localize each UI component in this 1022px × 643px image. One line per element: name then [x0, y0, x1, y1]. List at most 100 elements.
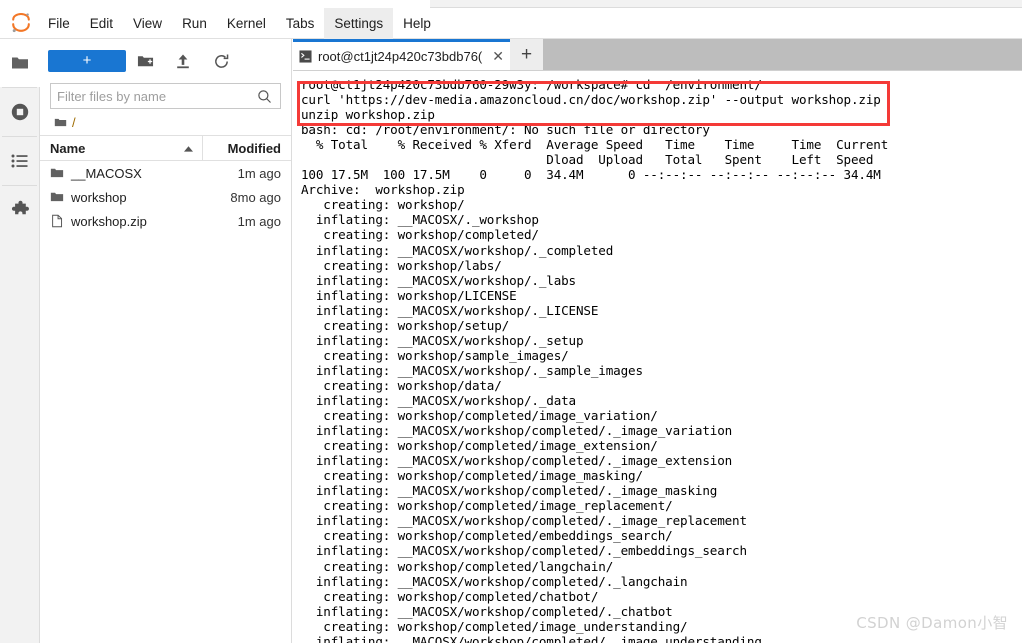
terminal-output-panel[interactable]: root@ct1jt24p420c73bdb760-29w3y: /worksp…: [293, 70, 1022, 643]
terminal-line: creating: workshop/sample_images/: [301, 347, 569, 363]
terminal-line: creating: workshop/setup/: [301, 317, 510, 333]
terminal-line: inflating: __MACOSX/workshop/._sample_im…: [301, 362, 643, 378]
sidebar-item-extension-manager[interactable]: [0, 186, 40, 234]
left-sidebar-rail: [0, 39, 40, 643]
terminal-line: root@ct1jt24p420c73bdb760-29w3y: /worksp…: [301, 77, 762, 92]
main-dock-area: root@ct1jt24p420c73bdb76( ✕ + root@ct1jt…: [293, 39, 1022, 643]
terminal-line: inflating: __MACOSX/workshop/completed/.…: [301, 423, 733, 439]
terminal-line: creating: workshop/completed/langchain/: [301, 558, 614, 574]
filter-row: [40, 83, 291, 109]
terminal-line: curl 'https://dev-media.amazoncloud.cn/d…: [301, 92, 881, 108]
terminal-line: creating: workshop/completed/image_varia…: [301, 408, 658, 424]
stop-circle-icon: [11, 103, 29, 121]
menu-item-help[interactable]: Help: [393, 8, 441, 39]
column-header-name[interactable]: Name: [40, 136, 203, 160]
list-item[interactable]: workshop.zip 1m ago: [40, 209, 291, 233]
list-icon: [11, 154, 28, 168]
filter-box[interactable]: [50, 83, 281, 109]
file-list: __MACOSX 1m ago workshop 8mo ago worksho…: [40, 161, 291, 233]
refresh-icon: [214, 54, 228, 68]
terminal-lines: root@ct1jt24p420c73bdb760-29w3y: /worksp…: [301, 77, 1022, 643]
terminal-line: inflating: __MACOSX/workshop/completed/.…: [301, 573, 688, 589]
folder-icon: [50, 168, 64, 178]
tab-title: root@ct1jt24p420c73bdb76(: [318, 48, 483, 64]
search-icon: [249, 89, 280, 104]
menu-bar: File Edit View Run Kernel Tabs Settings …: [0, 7, 1022, 39]
menu-item-run[interactable]: Run: [172, 8, 217, 39]
terminal-line: creating: workshop/labs/: [301, 257, 502, 273]
folder-icon: [50, 192, 64, 202]
sort-ascending-icon: [183, 141, 194, 156]
column-header-modified[interactable]: Modified: [203, 141, 291, 156]
terminal-line: inflating: workshop/LICENSE: [301, 287, 517, 303]
file-modified: 1m ago: [237, 213, 281, 229]
puzzle-icon: [11, 200, 29, 214]
terminal-line: inflating: __MACOSX/workshop/._setup: [301, 332, 584, 348]
terminal-line: creating: workshop/completed/image_maski…: [301, 468, 643, 484]
upload-icon: [177, 54, 189, 68]
terminal-line: creating: workshop/completed/chatbot/: [301, 588, 599, 604]
close-icon[interactable]: ✕: [492, 49, 504, 63]
file-modified: 8mo ago: [230, 189, 281, 205]
tab-terminal[interactable]: root@ct1jt24p420c73bdb76( ✕: [293, 39, 510, 70]
terminal-line: inflating: __MACOSX/workshop/completed/.…: [301, 633, 762, 643]
column-header-name-label: Name: [50, 140, 86, 156]
menu-item-tabs[interactable]: Tabs: [276, 8, 325, 39]
menu-item-edit[interactable]: Edit: [80, 8, 123, 39]
terminal-line: Archive: workshop.zip: [301, 182, 465, 198]
terminal-line: % Total % Received % Xferd Average Speed…: [301, 137, 889, 153]
upload-button[interactable]: [164, 47, 202, 75]
menu-item-file[interactable]: File: [38, 8, 80, 39]
terminal-line: inflating: __MACOSX/workshop/._labs: [301, 272, 576, 288]
terminal-line: 100 17.5M 100 17.5M 0 0 34.4M 0 --:--:--…: [301, 167, 881, 183]
file-browser-toolbar: +: [40, 39, 291, 83]
sidebar-item-commands[interactable]: [0, 137, 40, 185]
terminal-line: creating: workshop/completed/: [301, 227, 539, 243]
file-browser-panel: + Filter files by name / Name Modified _…: [40, 39, 292, 643]
terminal-line: inflating: __MACOSX/._workshop: [301, 212, 539, 228]
sidebar-item-running-terminals[interactable]: [0, 88, 40, 136]
terminal-line: inflating: __MACOSX/workshop/._data: [301, 392, 576, 408]
list-item[interactable]: workshop 8mo ago: [40, 185, 291, 209]
menu-item-kernel[interactable]: Kernel: [217, 8, 276, 39]
breadcrumb[interactable]: /: [40, 109, 291, 135]
terminal-line: creating: workshop/data/: [301, 377, 502, 393]
terminal-line: inflating: __MACOSX/workshop/._completed: [301, 242, 614, 258]
terminal-line: inflating: __MACOSX/workshop/completed/.…: [301, 483, 718, 499]
file-name-cell: workshop: [40, 190, 203, 205]
file-name: __MACOSX: [71, 165, 142, 181]
terminal-line: creating: workshop/: [301, 197, 465, 213]
terminal-line: creating: workshop/completed/image_repla…: [301, 498, 673, 514]
terminal-line: bash: cd: /root/environment/: No such fi…: [301, 122, 710, 138]
terminal-line: inflating: __MACOSX/workshop/completed/.…: [301, 543, 747, 559]
sidebar-item-file-browser[interactable]: [0, 39, 40, 87]
menu-item-view[interactable]: View: [123, 8, 172, 39]
file-name-cell: workshop.zip: [40, 214, 203, 229]
terminal-line: Dload Upload Total Spent Left Speed: [301, 152, 874, 168]
file-name-cell: __MACOSX: [40, 166, 203, 181]
terminal-line: inflating: __MACOSX/workshop/completed/.…: [301, 513, 747, 529]
terminal-icon: [299, 49, 312, 63]
terminal-line: inflating: __MACOSX/workshop/completed/.…: [301, 453, 733, 469]
watermark: CSDN @Damon小智: [856, 614, 1008, 632]
file-name: workshop.zip: [71, 213, 147, 229]
terminal-line: unzip workshop.zip: [301, 107, 435, 123]
breadcrumb-path: /: [72, 114, 76, 130]
new-launcher-button[interactable]: +: [48, 50, 126, 72]
terminal-line: inflating: __MACOSX/workshop/._LICENSE: [301, 302, 599, 318]
menu-item-settings[interactable]: Settings: [324, 7, 394, 39]
folder-icon: [11, 57, 28, 69]
new-folder-button[interactable]: [126, 47, 164, 75]
terminal-line: creating: workshop/completed/image_exten…: [301, 438, 658, 454]
file-modified: 1m ago: [237, 165, 281, 181]
search-input[interactable]: [51, 88, 249, 104]
jupyterlab-window: File Edit View Run Kernel Tabs Settings …: [0, 0, 1022, 643]
tab-bar-filler: [543, 39, 1022, 70]
list-item[interactable]: __MACOSX 1m ago: [40, 161, 291, 185]
jupyter-logo-icon: [4, 8, 38, 38]
terminal-line: creating: workshop/completed/embeddings_…: [301, 528, 673, 544]
new-folder-icon: [137, 55, 153, 66]
refresh-button[interactable]: [202, 47, 240, 75]
add-tab-button[interactable]: +: [510, 39, 543, 70]
folder-icon: [54, 118, 67, 126]
